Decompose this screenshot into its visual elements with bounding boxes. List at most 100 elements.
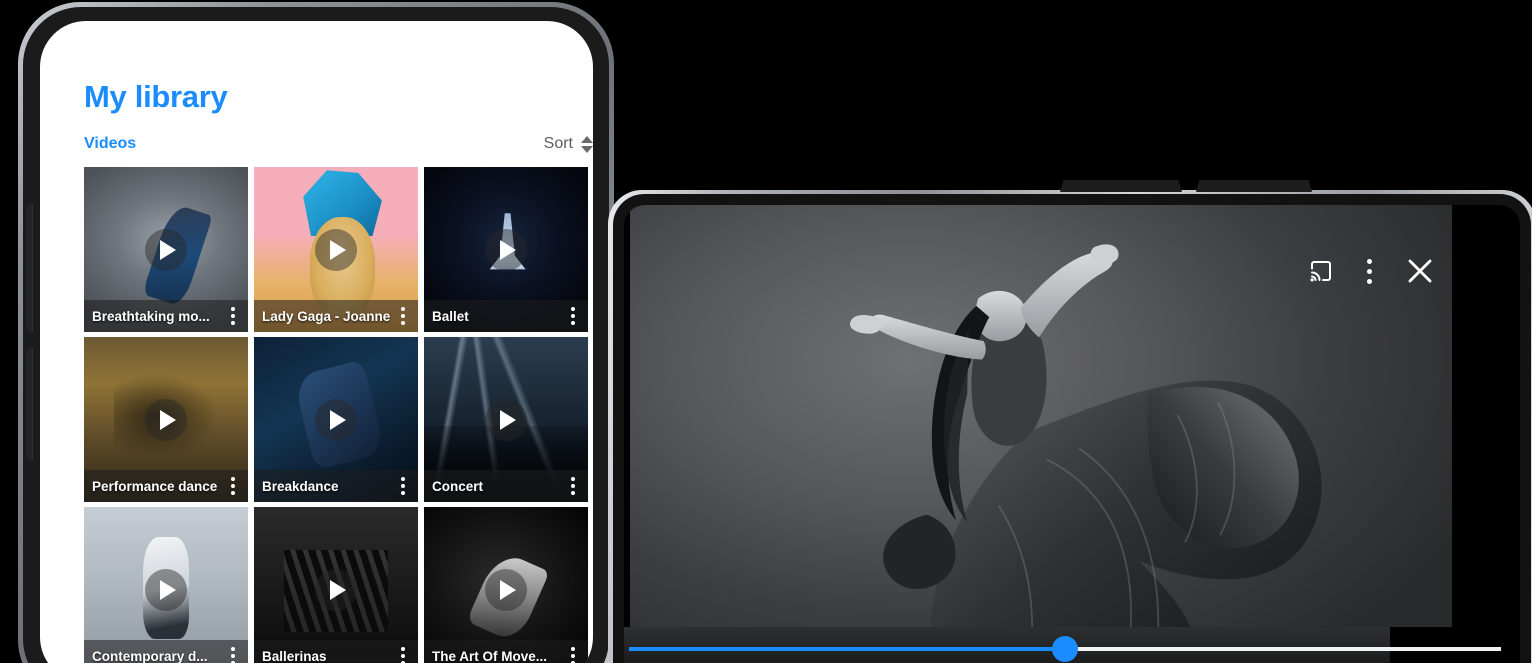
- chevron-up-icon: [581, 135, 593, 143]
- play-icon[interactable]: [485, 398, 527, 441]
- video-title: The Art Of Move...: [432, 648, 548, 663]
- player-seek-row: 15:00: [624, 627, 1520, 663]
- video-title: Ballerinas: [262, 648, 327, 663]
- sort-arrows-icon: [581, 135, 593, 153]
- video-tile[interactable]: Ballerinas: [254, 507, 418, 663]
- video-title: Breathtaking mo...: [92, 308, 210, 324]
- video-caption: Performance dance: [84, 470, 248, 502]
- video-title: Concert: [432, 478, 484, 494]
- sort-label: Sort: [543, 135, 573, 152]
- menu-dot: [571, 491, 575, 495]
- video-frame-bleed: [624, 627, 1390, 663]
- tablet-volume-button[interactable]: [1196, 180, 1312, 192]
- video-caption: Breakdance: [254, 470, 418, 502]
- video-title: Contemporary d...: [92, 648, 208, 663]
- menu-dot: [231, 314, 235, 318]
- sort-control[interactable]: Sort: [544, 135, 593, 153]
- page-title: My library: [84, 79, 228, 114]
- menu-dot: [231, 491, 235, 495]
- phone-volume-down-button[interactable]: [26, 348, 33, 460]
- tablet-device: 15:00: [608, 180, 1532, 663]
- more-vertical-icon[interactable]: [566, 644, 580, 663]
- video-tile[interactable]: Concert: [424, 337, 588, 502]
- play-triangle-icon: [500, 239, 516, 260]
- more-vertical-icon[interactable]: [566, 474, 580, 498]
- tab-videos[interactable]: Videos: [84, 135, 136, 153]
- library-subbar: Videos Sort: [84, 135, 593, 153]
- play-triangle-icon: [160, 239, 176, 260]
- video-tile[interactable]: Breakdance: [254, 337, 418, 502]
- menu-dot: [231, 307, 235, 311]
- play-triangle-icon: [330, 579, 346, 600]
- cast-icon[interactable]: [1307, 259, 1335, 283]
- phone-screen: My library Videos Sort Breathtaking mo..…: [40, 21, 593, 663]
- video-grid: Breathtaking mo... Lady Gaga - Joanne Ball…: [84, 167, 593, 663]
- more-vertical-icon[interactable]: [396, 474, 410, 498]
- play-icon[interactable]: [145, 568, 187, 611]
- play-icon[interactable]: [145, 228, 187, 271]
- play-icon[interactable]: [315, 228, 357, 271]
- more-vertical-icon[interactable]: [396, 644, 410, 663]
- menu-dot: [231, 647, 235, 651]
- play-triangle-icon: [160, 579, 176, 600]
- more-vertical-icon[interactable]: [396, 304, 410, 328]
- play-triangle-icon: [330, 409, 346, 430]
- video-caption: Ballerinas: [254, 640, 418, 663]
- menu-dot: [571, 321, 575, 325]
- more-vertical-icon[interactable]: [566, 304, 580, 328]
- video-tile[interactable]: Ballet: [424, 167, 588, 332]
- video-player[interactable]: [630, 205, 1452, 663]
- menu-dot: [571, 314, 575, 318]
- video-tile[interactable]: Breathtaking mo...: [84, 167, 248, 332]
- menu-dot: [231, 321, 235, 325]
- play-icon[interactable]: [315, 568, 357, 611]
- close-icon[interactable]: [1404, 255, 1436, 287]
- tablet-bezel: 15:00: [613, 194, 1531, 663]
- video-title: Performance dance: [92, 478, 218, 494]
- phone-device: My library Videos Sort Breathtaking mo..…: [18, 2, 614, 663]
- tablet-screen: 15:00: [624, 205, 1520, 663]
- screenshot-stage: My library Videos Sort Breathtaking mo..…: [0, 0, 1532, 663]
- menu-dot: [571, 647, 575, 651]
- seek-slider[interactable]: [629, 636, 1501, 662]
- video-caption: Lady Gaga - Joanne: [254, 300, 418, 332]
- menu-dot: [571, 484, 575, 488]
- play-icon[interactable]: [315, 398, 357, 441]
- video-tile[interactable]: Lady Gaga - Joanne: [254, 167, 418, 332]
- video-title: Ballet: [432, 308, 469, 324]
- more-vertical-icon[interactable]: [226, 474, 240, 498]
- more-vertical-icon[interactable]: [226, 304, 240, 328]
- video-caption: The Art Of Move...: [424, 640, 588, 663]
- video-tile[interactable]: Performance dance: [84, 337, 248, 502]
- play-icon[interactable]: [145, 398, 187, 441]
- chevron-down-icon: [581, 145, 593, 153]
- video-caption: Contemporary d...: [84, 640, 248, 663]
- video-title: Breakdance: [262, 478, 339, 494]
- menu-dot: [401, 321, 405, 325]
- video-caption: Concert: [424, 470, 588, 502]
- video-title: Lady Gaga - Joanne: [262, 308, 391, 324]
- play-triangle-icon: [330, 239, 346, 260]
- play-icon[interactable]: [485, 228, 527, 271]
- menu-dot: [231, 654, 235, 658]
- phone-bezel: My library Videos Sort Breathtaking mo..…: [23, 7, 609, 663]
- menu-dot: [571, 307, 575, 311]
- menu-dot: [571, 477, 575, 481]
- menu-dot: [401, 477, 405, 481]
- play-icon[interactable]: [485, 568, 527, 611]
- phone-volume-up-button[interactable]: [26, 204, 33, 332]
- seek-thumb[interactable]: [1052, 636, 1078, 662]
- menu-dot: [1367, 278, 1372, 284]
- play-triangle-icon: [500, 579, 516, 600]
- tablet-power-button[interactable]: [1060, 180, 1182, 192]
- menu-dot: [401, 647, 405, 651]
- menu-dot: [571, 654, 575, 658]
- more-vertical-icon[interactable]: [226, 644, 240, 663]
- video-tile[interactable]: The Art Of Move...: [424, 507, 588, 663]
- play-triangle-icon: [500, 409, 516, 430]
- more-vertical-icon[interactable]: [1361, 257, 1378, 286]
- menu-dot: [231, 484, 235, 488]
- video-tile[interactable]: Contemporary d...: [84, 507, 248, 663]
- seek-progress-fill: [629, 647, 1065, 651]
- library-app: My library Videos Sort Breathtaking mo..…: [40, 21, 593, 663]
